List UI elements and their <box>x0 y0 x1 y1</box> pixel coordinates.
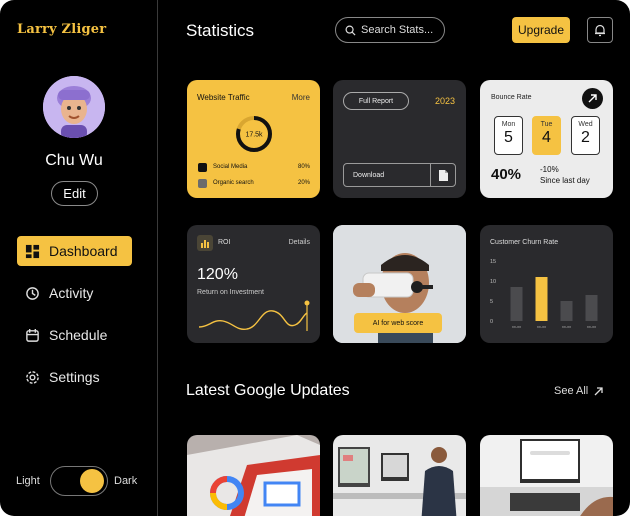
day-value: 4 <box>542 129 551 146</box>
more-link[interactable]: More <box>292 93 310 102</box>
roi-value: 120% <box>197 266 238 283</box>
section-title: Latest Google Updates <box>186 382 350 399</box>
nav-item-activity[interactable]: Activity <box>17 278 132 308</box>
bell-icon <box>595 24 605 36</box>
customer-churn-card: Customer Churn Rate 15 10 5 0 xx-xx xx-xx xx-x… <box>480 225 613 343</box>
user-name: Chu Wu <box>45 152 103 169</box>
dashboard-app: Larry Zliger Chu Wu Edit Dashboard Activ… <box>0 0 630 516</box>
x-tick-label: xx-xx <box>512 324 521 329</box>
arrow-up-right-icon <box>594 386 603 395</box>
details-link[interactable]: Details <box>289 239 310 246</box>
x-tick-label: xx-xx <box>537 324 546 329</box>
update-thumbnail[interactable] <box>333 435 466 516</box>
card-title: ROI <box>218 239 231 246</box>
churn-bar <box>510 287 523 321</box>
card-title: Customer Churn Rate <box>490 239 559 246</box>
toggle-knob <box>80 469 104 493</box>
page-title: Statistics <box>186 21 255 40</box>
search-icon <box>345 25 356 36</box>
traffic-total: 17.5k <box>245 132 263 139</box>
theme-toggle[interactable] <box>50 466 108 496</box>
day-name: Mon <box>501 121 516 128</box>
traffic-donut-chart: 17.5k <box>236 116 272 152</box>
document-icon <box>430 164 455 186</box>
ai-web-score-button[interactable]: AI for web score <box>354 313 442 333</box>
edit-profile-button[interactable]: Edit <box>51 181 98 206</box>
legend-label: Social Media <box>213 164 248 170</box>
day-name: Tue <box>540 121 553 128</box>
see-all-label: See All <box>554 385 589 397</box>
y-tick-label: 10 <box>490 279 496 285</box>
search-input[interactable] <box>361 24 435 36</box>
day-value: 2 <box>581 129 590 146</box>
full-report-button[interactable]: Full Report <box>343 92 409 110</box>
y-tick-label: 15 <box>490 259 496 265</box>
legend-swatch <box>198 178 207 188</box>
bounce-change: -10% Since last day <box>540 164 590 186</box>
activity-icon <box>26 286 39 300</box>
bar-chart-icon <box>197 235 213 251</box>
notifications-button[interactable] <box>587 17 613 43</box>
avatar[interactable] <box>43 76 105 138</box>
roi-card: ROI Details 120% Return on Investment <box>187 225 320 343</box>
update-thumbnail[interactable] <box>480 435 613 516</box>
nav-label: Activity <box>49 285 94 301</box>
legend-swatch <box>198 162 207 172</box>
theme-light-label: Light <box>16 475 40 487</box>
card-title: Website Traffic <box>197 93 250 102</box>
legend-row: Organic search 20% <box>198 177 310 189</box>
brand-logo: Larry Zliger <box>17 22 107 37</box>
gear-icon <box>26 370 39 384</box>
change-caption: Since last day <box>540 176 590 185</box>
sidebar: Larry Zliger Chu Wu Edit Dashboard Activ… <box>0 0 158 516</box>
day-box-tue: Tue 4 <box>532 116 561 155</box>
legend-row: Social Media 80% <box>198 161 310 173</box>
nav-label: Settings <box>49 369 100 385</box>
search-box[interactable] <box>335 17 445 43</box>
download-button[interactable]: Download <box>343 163 456 187</box>
nav-label: Schedule <box>49 327 108 343</box>
day-box-wed: Wed 2 <box>571 116 600 155</box>
full-report-card: Full Report 2023 Download <box>333 80 466 198</box>
churn-bar-chart: 15 10 5 0 xx-xx xx-xx xx-xx xx-xx <box>490 259 598 329</box>
churn-bar <box>585 295 598 321</box>
y-tick-label: 5 <box>490 299 493 305</box>
nav-item-schedule[interactable]: Schedule <box>17 320 132 350</box>
report-year: 2023 <box>434 96 455 106</box>
roi-trend-line <box>198 300 310 331</box>
upgrade-button[interactable]: Upgrade <box>512 17 570 43</box>
update-thumbnail[interactable] <box>187 435 320 516</box>
website-traffic-card: Website Traffic More 17.5k Social Media … <box>187 80 320 198</box>
arrow-up-right-icon[interactable] <box>582 88 603 109</box>
see-all-link[interactable]: See All <box>554 385 603 397</box>
change-value: -10% <box>540 165 559 174</box>
churn-bar <box>535 277 548 321</box>
x-tick-label: xx-xx <box>562 324 571 329</box>
day-name: Wed <box>578 121 593 128</box>
download-label: Download <box>353 171 385 179</box>
nav-item-dashboard[interactable]: Dashboard <box>17 236 132 266</box>
legend-value: 80% <box>297 164 310 170</box>
churn-bar <box>560 301 573 321</box>
card-title: Bounce Rate <box>491 94 532 101</box>
legend-label: Organic search <box>213 180 254 186</box>
nav-label: Dashboard <box>49 243 118 259</box>
office-desk-photo <box>333 435 466 516</box>
nav-item-settings[interactable]: Settings <box>17 362 132 392</box>
ai-web-score-card: AI for web score <box>333 225 466 343</box>
bounce-rate-card: Bounce Rate Mon 5 Tue 4 Wed 2 40% -10% S… <box>480 80 613 198</box>
legend-value: 20% <box>297 180 310 186</box>
bounce-rate-value: 40% <box>491 166 522 183</box>
avatar-image <box>43 76 105 138</box>
theme-dark-label: Dark <box>114 475 138 487</box>
calendar-icon <box>26 328 39 342</box>
theme-switcher: Light Dark <box>16 466 146 496</box>
dashboard-icon <box>25 244 40 258</box>
google-logo-photo <box>187 435 320 516</box>
day-value: 5 <box>504 129 513 146</box>
x-tick-label: xx-xx <box>587 324 596 329</box>
laptop-browser-photo <box>480 435 613 516</box>
day-box-mon: Mon 5 <box>494 116 523 155</box>
y-tick-label: 0 <box>490 319 493 325</box>
